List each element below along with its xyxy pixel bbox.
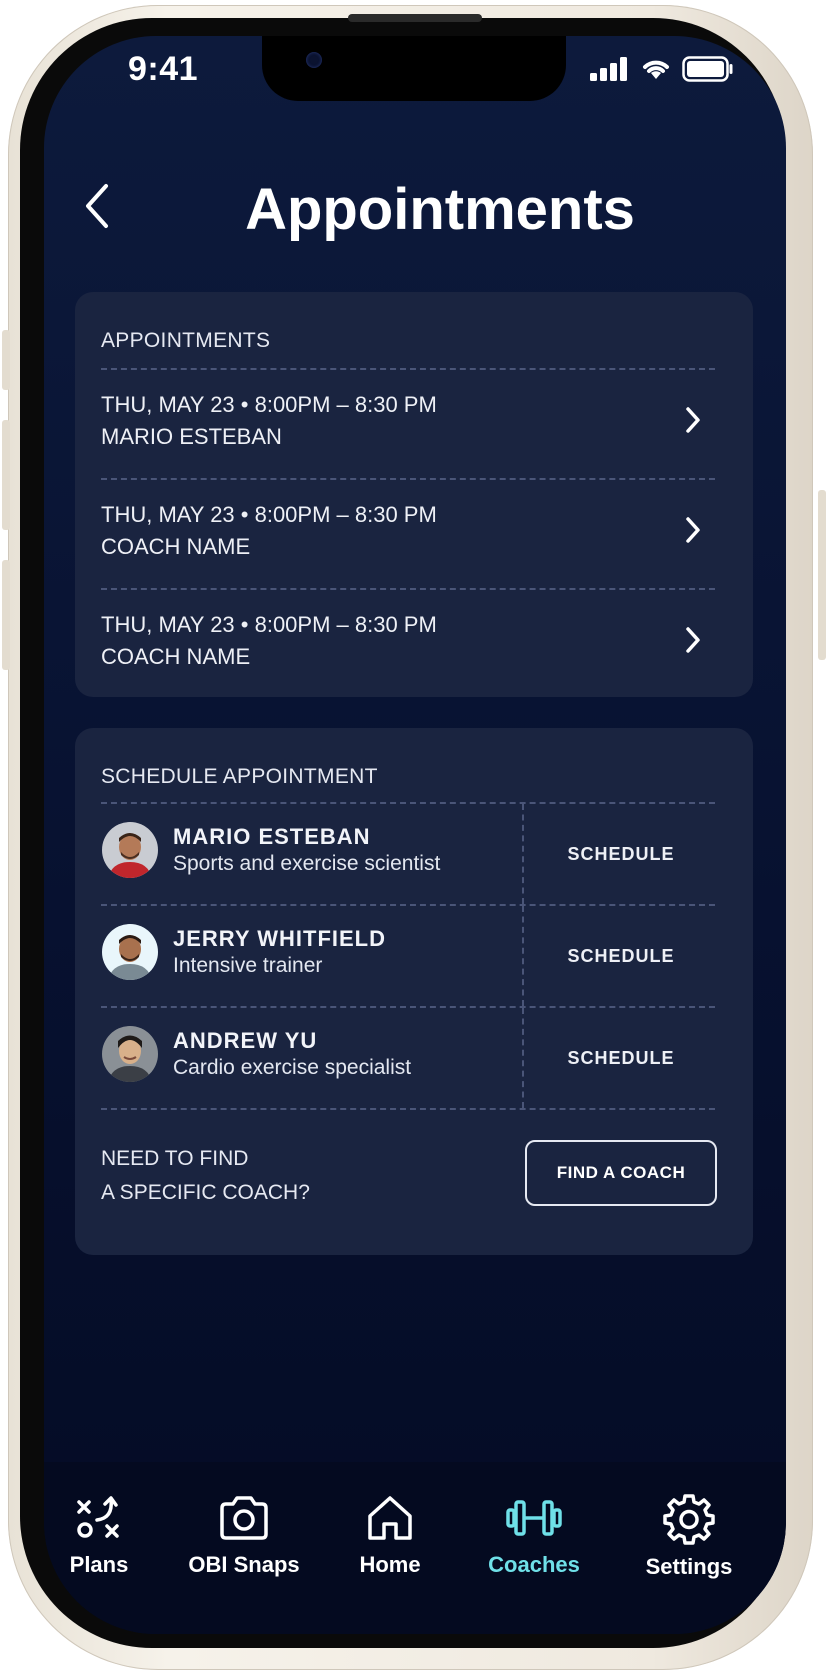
appointment-coach: MARIO ESTEBAN [101,424,282,449]
side-button [2,560,10,670]
appointment-time: THU, MAY 23 • 8:00PM – 8:30 PM [101,392,437,417]
status-time: 9:41 [128,50,199,88]
camera-icon [220,1496,268,1540]
tab-obi-snaps[interactable]: OBI Snaps [174,1492,314,1578]
divider [101,1108,715,1110]
chevron-right-icon [686,517,700,543]
status-icons [590,56,734,82]
tab-label: Plans [69,1552,129,1577]
coach-role: Intensive trainer [173,954,323,977]
screen: 9:41 Appointments APPOINTMENTS THU, MAY [44,36,786,1634]
battery-icon [682,56,733,82]
avatar [102,1026,158,1082]
schedule-heading: SCHEDULE APPOINTMENT [101,765,378,788]
tab-coaches[interactable]: Coaches [464,1492,604,1578]
front-camera [306,52,322,68]
signal-icon [590,57,627,81]
schedule-button[interactable]: SCHEDULE [527,1008,715,1108]
schedule-card: SCHEDULE APPOINTMENT MARIO ESTEBAN Sport… [75,728,753,1255]
find-coach-prompt: NEED TO FIND [101,1147,249,1170]
chevron-right-icon [686,627,700,653]
gear-icon [663,1494,715,1545]
tab-bar: Plans OBI Snaps Home Coaches Settings [44,1462,786,1634]
divider [522,804,524,904]
side-button [2,330,10,390]
coach-row: ANDREW YU Cardio exercise specialist SCH… [75,1008,753,1108]
tab-label: Coaches [488,1552,580,1577]
avatar [102,822,158,878]
appointments-heading: APPOINTMENTS [101,329,271,352]
speaker-grille [348,14,482,22]
appointment-coach: COACH NAME [101,644,251,669]
coach-row: JERRY WHITFIELD Intensive trainer SCHEDU… [75,906,753,1006]
avatar [102,924,158,980]
dumbbell-icon [506,1500,562,1536]
tab-label: Settings [645,1554,733,1579]
tab-home[interactable]: Home [320,1492,460,1578]
divider [101,368,715,370]
divider [101,478,715,480]
coach-name: MARIO ESTEBAN [173,824,371,849]
side-button [2,420,10,530]
divider [101,588,715,590]
appointment-row[interactable]: THU, MAY 23 • 8:00PM – 8:30 PM COACH NAM… [75,612,753,714]
divider [522,1008,524,1108]
divider [522,906,524,1006]
appointment-time: THU, MAY 23 • 8:00PM – 8:30 PM [101,612,437,637]
schedule-button[interactable]: SCHEDULE [527,804,715,904]
appointment-time: THU, MAY 23 • 8:00PM – 8:30 PM [101,502,437,527]
coach-name: JERRY WHITFIELD [173,926,387,951]
plans-icon [77,1496,119,1538]
tab-settings[interactable]: Settings [619,1492,759,1580]
coach-row: MARIO ESTEBAN Sports and exercise scient… [75,804,753,904]
notch [262,36,566,101]
home-icon [368,1496,412,1540]
chevron-right-icon [686,407,700,433]
schedule-button[interactable]: SCHEDULE [527,906,715,1006]
tab-plans[interactable]: Plans [44,1492,169,1578]
appointments-card: APPOINTMENTS THU, MAY 23 • 8:00PM – 8:30… [75,292,753,697]
find-coach-prompt: A SPECIFIC COACH? [101,1181,310,1204]
tab-label: OBI Snaps [188,1552,300,1577]
appointment-coach: COACH NAME [101,534,251,559]
find-coach-button[interactable]: FIND A COACH [525,1140,717,1206]
tab-label: Home [359,1552,421,1577]
wifi-icon [643,60,669,79]
side-button [818,490,826,660]
page-title: Appointments [245,177,635,242]
coach-role: Cardio exercise specialist [173,1056,412,1079]
coach-name: ANDREW YU [173,1028,318,1053]
coach-role: Sports and exercise scientist [173,852,441,875]
